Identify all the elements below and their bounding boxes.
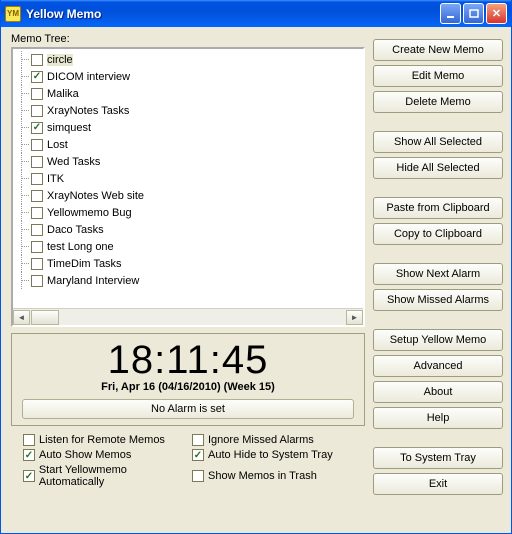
option-item[interactable]: Listen for Remote Memos <box>23 434 192 446</box>
tree-item-label[interactable]: DICOM interview <box>47 71 130 83</box>
option-label: Auto Show Memos <box>39 449 131 461</box>
maximize-button[interactable] <box>463 3 484 24</box>
clock-date: Fri, Apr 16 (04/16/2010) (Week 15) <box>22 381 354 393</box>
tree-checkbox[interactable] <box>31 105 43 117</box>
option-checkbox[interactable] <box>23 434 35 446</box>
tree-item[interactable]: Malika <box>15 85 361 102</box>
options-panel: Listen for Remote Memos Ignore Missed Ala… <box>11 434 365 488</box>
tree-item-label[interactable]: circle <box>47 54 73 66</box>
app-window: YM Yellow Memo ✕ Memo Tree: circle ✓ DICOM… <box>0 0 512 534</box>
edit-memo-button[interactable]: Edit Memo <box>373 65 503 87</box>
tree-checkbox[interactable] <box>31 275 43 287</box>
scroll-thumb[interactable] <box>31 310 59 325</box>
tree-item-label[interactable]: Yellowmemo Bug <box>47 207 132 219</box>
tree-item-label[interactable]: XrayNotes Web site <box>47 190 144 202</box>
tree-checkbox[interactable] <box>31 139 43 151</box>
tree-item-label[interactable]: ITK <box>47 173 64 185</box>
hide-all-selected-button[interactable]: Hide All Selected <box>373 157 503 179</box>
delete-memo-button[interactable]: Delete Memo <box>373 91 503 113</box>
option-item[interactable]: ✓ Auto Hide to System Tray <box>192 449 361 461</box>
tree-checkbox[interactable]: ✓ <box>31 122 43 134</box>
tree-checkbox[interactable] <box>31 224 43 236</box>
option-label: Auto Hide to System Tray <box>208 449 333 461</box>
option-item[interactable]: Ignore Missed Alarms <box>192 434 361 446</box>
show-next-alarm-button[interactable]: Show Next Alarm <box>373 263 503 285</box>
tree-checkbox[interactable] <box>31 258 43 270</box>
app-icon: YM <box>5 6 21 22</box>
memo-tree[interactable]: circle ✓ DICOM interview Malika XrayNotes Ta… <box>11 47 365 327</box>
client-area: Memo Tree: circle ✓ DICOM interview Malika X… <box>1 27 511 533</box>
option-label: Listen for Remote Memos <box>39 434 165 446</box>
tree-item-label[interactable]: Wed Tasks <box>47 156 100 168</box>
tree-item[interactable]: ITK <box>15 170 361 187</box>
scroll-right-button[interactable]: ► <box>346 310 363 325</box>
tree-item[interactable]: Daco Tasks <box>15 221 361 238</box>
tree-checkbox[interactable] <box>31 207 43 219</box>
option-checkbox[interactable] <box>192 470 204 482</box>
copy-to-clipboard-button[interactable]: Copy to Clipboard <box>373 223 503 245</box>
tree-item[interactable]: Maryland Interview <box>15 272 361 289</box>
tree-checkbox[interactable] <box>31 173 43 185</box>
tree-checkbox[interactable] <box>31 241 43 253</box>
advanced-button[interactable]: Advanced <box>373 355 503 377</box>
option-item[interactable]: ✓ Auto Show Memos <box>23 449 192 461</box>
setup-button[interactable]: Setup Yellow Memo <box>373 329 503 351</box>
option-checkbox[interactable] <box>192 434 204 446</box>
tree-hscrollbar[interactable]: ◄ ► <box>13 308 363 325</box>
scroll-left-button[interactable]: ◄ <box>13 310 30 325</box>
tree-checkbox[interactable] <box>31 156 43 168</box>
tree-item-label[interactable]: simquest <box>47 122 91 134</box>
about-button[interactable]: About <box>373 381 503 403</box>
tree-item-label[interactable]: XrayNotes Tasks <box>47 105 129 117</box>
exit-button[interactable]: Exit <box>373 473 503 495</box>
tree-item[interactable]: XrayNotes Tasks <box>15 102 361 119</box>
tree-item-label[interactable]: Malika <box>47 88 79 100</box>
option-label: Show Memos in Trash <box>208 470 317 482</box>
option-label: Start Yellowmemo Automatically <box>39 464 192 488</box>
tree-item[interactable]: Wed Tasks <box>15 153 361 170</box>
option-checkbox[interactable]: ✓ <box>23 449 35 461</box>
help-button[interactable]: Help <box>373 407 503 429</box>
close-button[interactable]: ✕ <box>486 3 507 24</box>
tree-checkbox[interactable] <box>31 190 43 202</box>
clock-time: 18:11:45 <box>22 338 354 383</box>
tree-item-label[interactable]: Maryland Interview <box>47 275 139 287</box>
create-new-memo-button[interactable]: Create New Memo <box>373 39 503 61</box>
titlebar[interactable]: YM Yellow Memo ✕ <box>1 0 511 27</box>
tree-item[interactable]: ✓ DICOM interview <box>15 68 361 85</box>
window-title: Yellow Memo <box>26 7 438 21</box>
tree-checkbox[interactable] <box>31 54 43 66</box>
to-system-tray-button[interactable]: To System Tray <box>373 447 503 469</box>
option-item[interactable]: Show Memos in Trash <box>192 464 361 488</box>
show-all-selected-button[interactable]: Show All Selected <box>373 131 503 153</box>
tree-item[interactable]: ✓ simquest <box>15 119 361 136</box>
option-checkbox[interactable]: ✓ <box>192 449 204 461</box>
tree-item[interactable]: XrayNotes Web site <box>15 187 361 204</box>
tree-item[interactable]: Lost <box>15 136 361 153</box>
tree-item[interactable]: test Long one <box>15 238 361 255</box>
button-column: Create New Memo Edit Memo Delete Memo Sh… <box>373 33 503 523</box>
tree-item-label[interactable]: Daco Tasks <box>47 224 104 236</box>
tree-item-label[interactable]: TimeDim Tasks <box>47 258 122 270</box>
tree-item-label[interactable]: test Long one <box>47 241 114 253</box>
tree-checkbox[interactable]: ✓ <box>31 71 43 83</box>
paste-from-clipboard-button[interactable]: Paste from Clipboard <box>373 197 503 219</box>
tree-checkbox[interactable] <box>31 88 43 100</box>
tree-item[interactable]: TimeDim Tasks <box>15 255 361 272</box>
option-item[interactable]: ✓ Start Yellowmemo Automatically <box>23 464 192 488</box>
minimize-button[interactable] <box>440 3 461 24</box>
tree-item[interactable]: circle <box>15 51 361 68</box>
option-checkbox[interactable]: ✓ <box>23 470 35 482</box>
tree-label: Memo Tree: <box>11 33 365 45</box>
clock-panel: 18:11:45 Fri, Apr 16 (04/16/2010) (Week … <box>11 333 365 426</box>
tree-item[interactable]: Yellowmemo Bug <box>15 204 361 221</box>
option-label: Ignore Missed Alarms <box>208 434 314 446</box>
tree-item-label[interactable]: Lost <box>47 139 68 151</box>
show-missed-alarms-button[interactable]: Show Missed Alarms <box>373 289 503 311</box>
alarm-status-bar[interactable]: No Alarm is set <box>22 399 354 419</box>
left-column: Memo Tree: circle ✓ DICOM interview Malika X… <box>11 33 365 523</box>
